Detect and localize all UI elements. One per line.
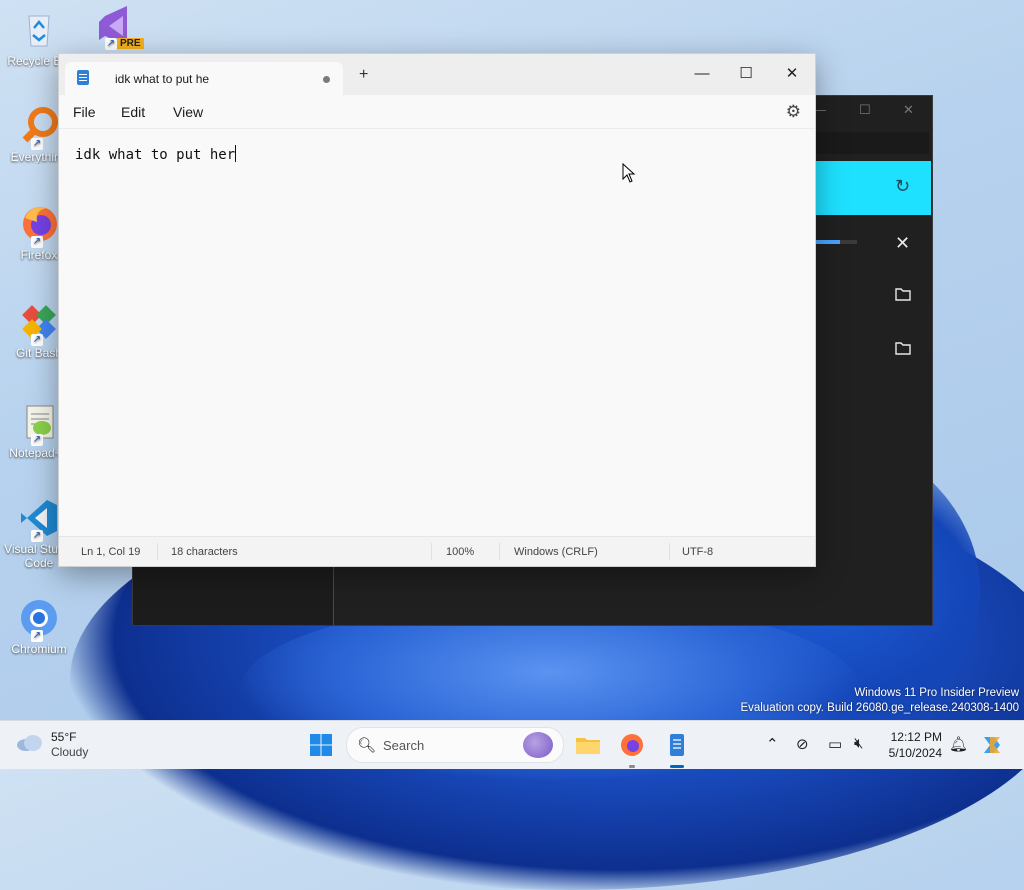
git-bash-icon: ↗	[17, 300, 61, 346]
menu-edit[interactable]: Edit	[121, 104, 145, 120]
maximize-icon[interactable]: ☐	[859, 102, 871, 118]
close-icon[interactable]: ✕	[903, 102, 914, 118]
taskbar-clock[interactable]: 12:12 PM 5/10/2024	[880, 729, 942, 761]
firefox-taskbar-button[interactable]	[616, 729, 648, 761]
firefox-icon: ↗	[17, 202, 61, 248]
status-divider	[431, 543, 432, 560]
maximize-button[interactable]: ☐	[723, 60, 769, 88]
cloudy-weather-icon	[17, 735, 42, 751]
search-placeholder: Search	[383, 738, 425, 753]
shortcut-arrow-icon: ↗	[31, 334, 43, 346]
desktop-icon-visual-studio-preview[interactable]: PRE ↗	[80, 4, 154, 50]
close-button[interactable]: ✕	[769, 60, 815, 88]
menu-file[interactable]: File	[73, 104, 96, 120]
copilot-button[interactable]	[978, 731, 1006, 759]
progress-fill	[815, 240, 841, 244]
notepad-menu-bar: File Edit View ⚙	[59, 95, 815, 129]
desktop-icon-label: Chromium	[11, 642, 67, 656]
shortcut-arrow-icon: ↗	[31, 630, 43, 642]
preview-badge: PRE	[117, 38, 144, 49]
refresh-icon[interactable]: ↻	[895, 177, 913, 195]
editor-text[interactable]: idk what to put her	[75, 145, 237, 163]
minimize-button[interactable]: —	[679, 60, 725, 88]
status-character-count: 18 characters	[171, 546, 238, 558]
copilot-icon	[984, 737, 1000, 753]
status-divider	[669, 543, 670, 560]
show-hidden-icons-chevron-icon[interactable]: ⌃	[766, 735, 779, 753]
clock-date: 5/10/2024	[888, 746, 942, 760]
display-icon[interactable]: ▭	[828, 735, 842, 753]
notepad-tab[interactable]: idk what to put he	[65, 62, 343, 95]
settings-gear-icon[interactable]: ⚙	[786, 102, 801, 122]
shortcut-arrow-icon: ↗	[31, 530, 43, 542]
folder-icon[interactable]	[895, 341, 911, 360]
weather-temperature: 55°F	[51, 730, 77, 744]
mouse-pointer-icon	[622, 163, 636, 183]
status-line-ending[interactable]: Windows (CRLF)	[514, 546, 598, 558]
editor-content: idk what to put her	[75, 147, 236, 163]
notepad-status-bar: Ln 1, Col 19 18 characters 100% Windows …	[59, 536, 815, 566]
tab-title: idk what to put he	[115, 72, 210, 86]
notepad-icon	[670, 734, 684, 756]
notepad-tab-bar[interactable]: idk what to put he + — ☐ ✕	[59, 54, 815, 95]
folder-icon[interactable]	[895, 287, 911, 306]
text-caret	[235, 145, 237, 162]
notepad-file-icon	[77, 70, 89, 85]
status-divider	[499, 543, 500, 560]
notepad-plus-plus-icon: ↗	[17, 400, 61, 446]
search-icon: 🔍︎	[357, 737, 377, 754]
shortcut-arrow-icon: ↗	[105, 38, 117, 50]
search-highlight-icon	[523, 732, 553, 758]
background-side-panel	[133, 566, 334, 625]
status-cursor-position: Ln 1, Col 19	[81, 546, 141, 558]
clock-time: 12:12 PM	[890, 730, 942, 744]
shortcut-arrow-icon: ↗	[31, 138, 43, 150]
file-explorer-icon	[576, 738, 600, 754]
status-zoom[interactable]: 100%	[446, 546, 474, 558]
windows-logo-icon	[310, 734, 332, 756]
close-icon[interactable]: ✕	[895, 233, 910, 254]
taskbar: 55°F Cloudy 🔍︎ Search ⌃ ⊘ ▭ 🔇︎ 12:12 PM …	[0, 720, 1024, 769]
windows-watermark: Windows 11 Pro Insider Preview Evaluatio…	[740, 686, 1019, 716]
shortcut-arrow-icon: ↗	[31, 236, 43, 248]
unsaved-indicator-icon[interactable]	[323, 76, 330, 83]
firefox-icon	[621, 734, 643, 756]
menu-view[interactable]: View	[173, 104, 203, 120]
text-editor-area[interactable]: idk what to put her	[59, 129, 815, 537]
status-encoding[interactable]: UTF-8	[682, 546, 713, 558]
notepad-window[interactable]: idk what to put he + — ☐ ✕ File Edit Vie…	[58, 53, 816, 567]
network-disconnected-icon[interactable]: ⊘	[796, 735, 809, 753]
background-address-field[interactable]	[815, 132, 929, 154]
taskbar-search[interactable]: 🔍︎ Search	[346, 727, 564, 763]
weather-condition: Cloudy	[51, 745, 89, 759]
notification-bell-icon[interactable]: 🔔︎	[949, 735, 968, 753]
everything-search-icon: ↗	[17, 104, 61, 150]
status-divider	[157, 543, 158, 560]
visual-studio-icon: PRE ↗	[95, 4, 144, 50]
volume-muted-icon[interactable]: 🔇︎	[854, 735, 863, 752]
file-explorer-button[interactable]	[572, 729, 604, 761]
chromium-icon: ↗	[17, 596, 61, 642]
desktop-icon-chromium[interactable]: ↗ Chromium	[0, 596, 78, 656]
vscode-icon: ↗	[17, 496, 61, 542]
background-progress-bar	[815, 240, 857, 244]
notepad-taskbar-button[interactable]	[661, 729, 693, 761]
new-tab-button[interactable]: +	[359, 67, 368, 83]
background-highlight-panel[interactable]: ↻	[815, 161, 931, 215]
start-button[interactable]	[305, 729, 337, 761]
recycle-bin-icon	[17, 8, 61, 52]
watermark-build: Evaluation copy. Build 26080.ge_release.…	[740, 702, 1019, 714]
shortcut-arrow-icon: ↗	[31, 434, 43, 446]
watermark-edition: Windows 11 Pro Insider Preview	[854, 687, 1019, 699]
